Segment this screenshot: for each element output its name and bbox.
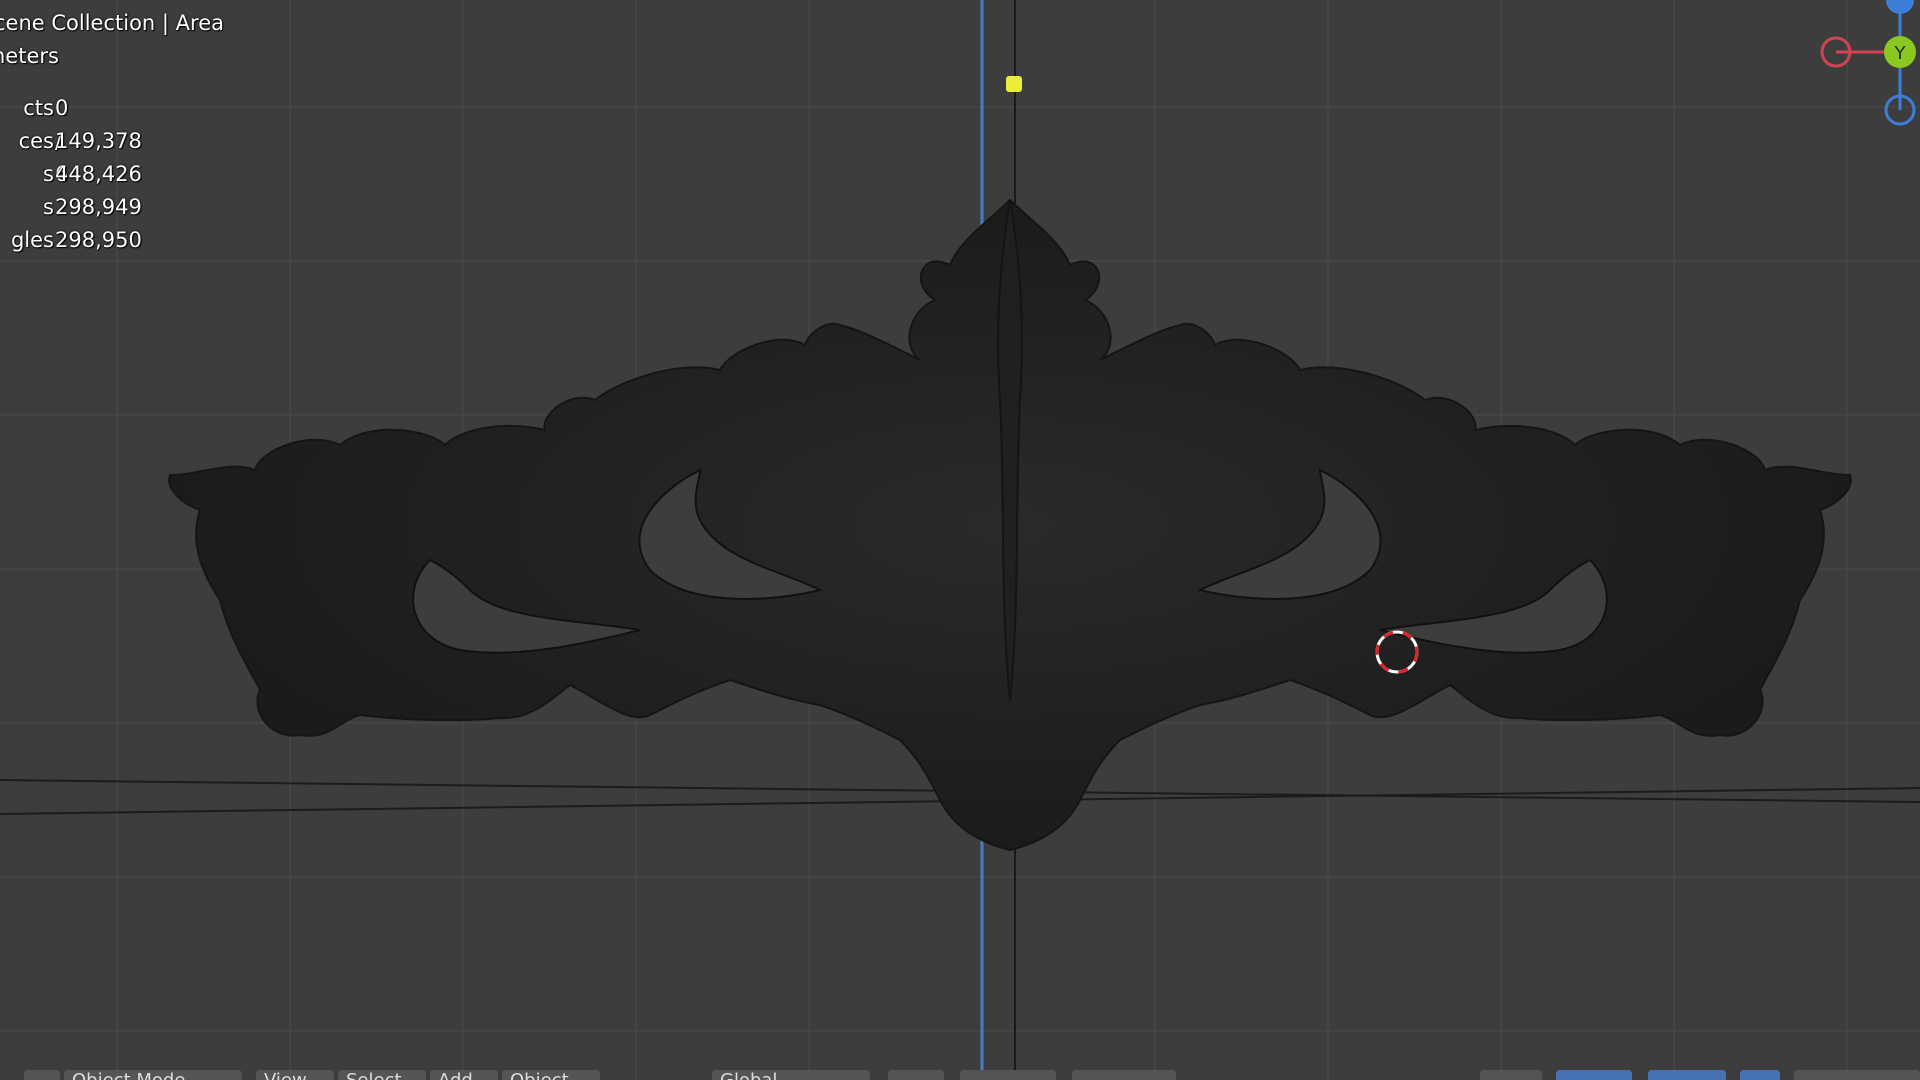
gizmo-toggle-icon[interactable] (1556, 1070, 1632, 1080)
stat-label: cts (23, 96, 54, 120)
shading-mode-icons[interactable] (1794, 1070, 1920, 1080)
stat-value: 298,949 (55, 195, 142, 219)
3d-viewport[interactable]: Y (0, 0, 1920, 1080)
stat-label: gles (10, 228, 54, 252)
stat-label: ces (18, 129, 54, 153)
light-object[interactable] (1006, 76, 1022, 92)
xray-toggle-icon[interactable] (1740, 1070, 1780, 1080)
proportional-editing-icon[interactable] (1072, 1070, 1176, 1080)
overlay-toggle-icon[interactable] (1648, 1070, 1726, 1080)
stat-value: 298,950 (55, 228, 142, 252)
scene-collection-label: cene Collection | Area (0, 11, 224, 35)
ornament-mesh[interactable] (168, 198, 1852, 852)
add-menu[interactable]: Add (430, 1070, 498, 1080)
stat-value: 149,378 (55, 129, 142, 153)
stat-label: s (43, 162, 54, 186)
transform-orientation-dropdown[interactable]: Global (712, 1070, 870, 1080)
stat-label: s (43, 195, 54, 219)
viewport-canvas[interactable]: Y (0, 0, 1920, 1080)
mode-dropdown[interactable]: Object Mode (64, 1070, 242, 1080)
units-label: neters (0, 44, 59, 68)
view-menu[interactable]: View (256, 1070, 334, 1080)
pivot-point-icon[interactable] (888, 1070, 944, 1080)
stat-value: 448,426 (55, 162, 142, 186)
gizmo-z-positive (1886, 0, 1914, 14)
visibility-icon[interactable] (1480, 1070, 1542, 1080)
object-menu[interactable]: Object (502, 1070, 600, 1080)
viewport-header: Object Mode View Select Add Object Globa… (0, 1064, 1920, 1080)
editor-type-icon[interactable] (24, 1070, 60, 1080)
select-menu[interactable]: Select (338, 1070, 426, 1080)
gizmo-y-label: Y (1894, 43, 1907, 64)
snap-toggle-icon[interactable] (960, 1070, 1056, 1080)
